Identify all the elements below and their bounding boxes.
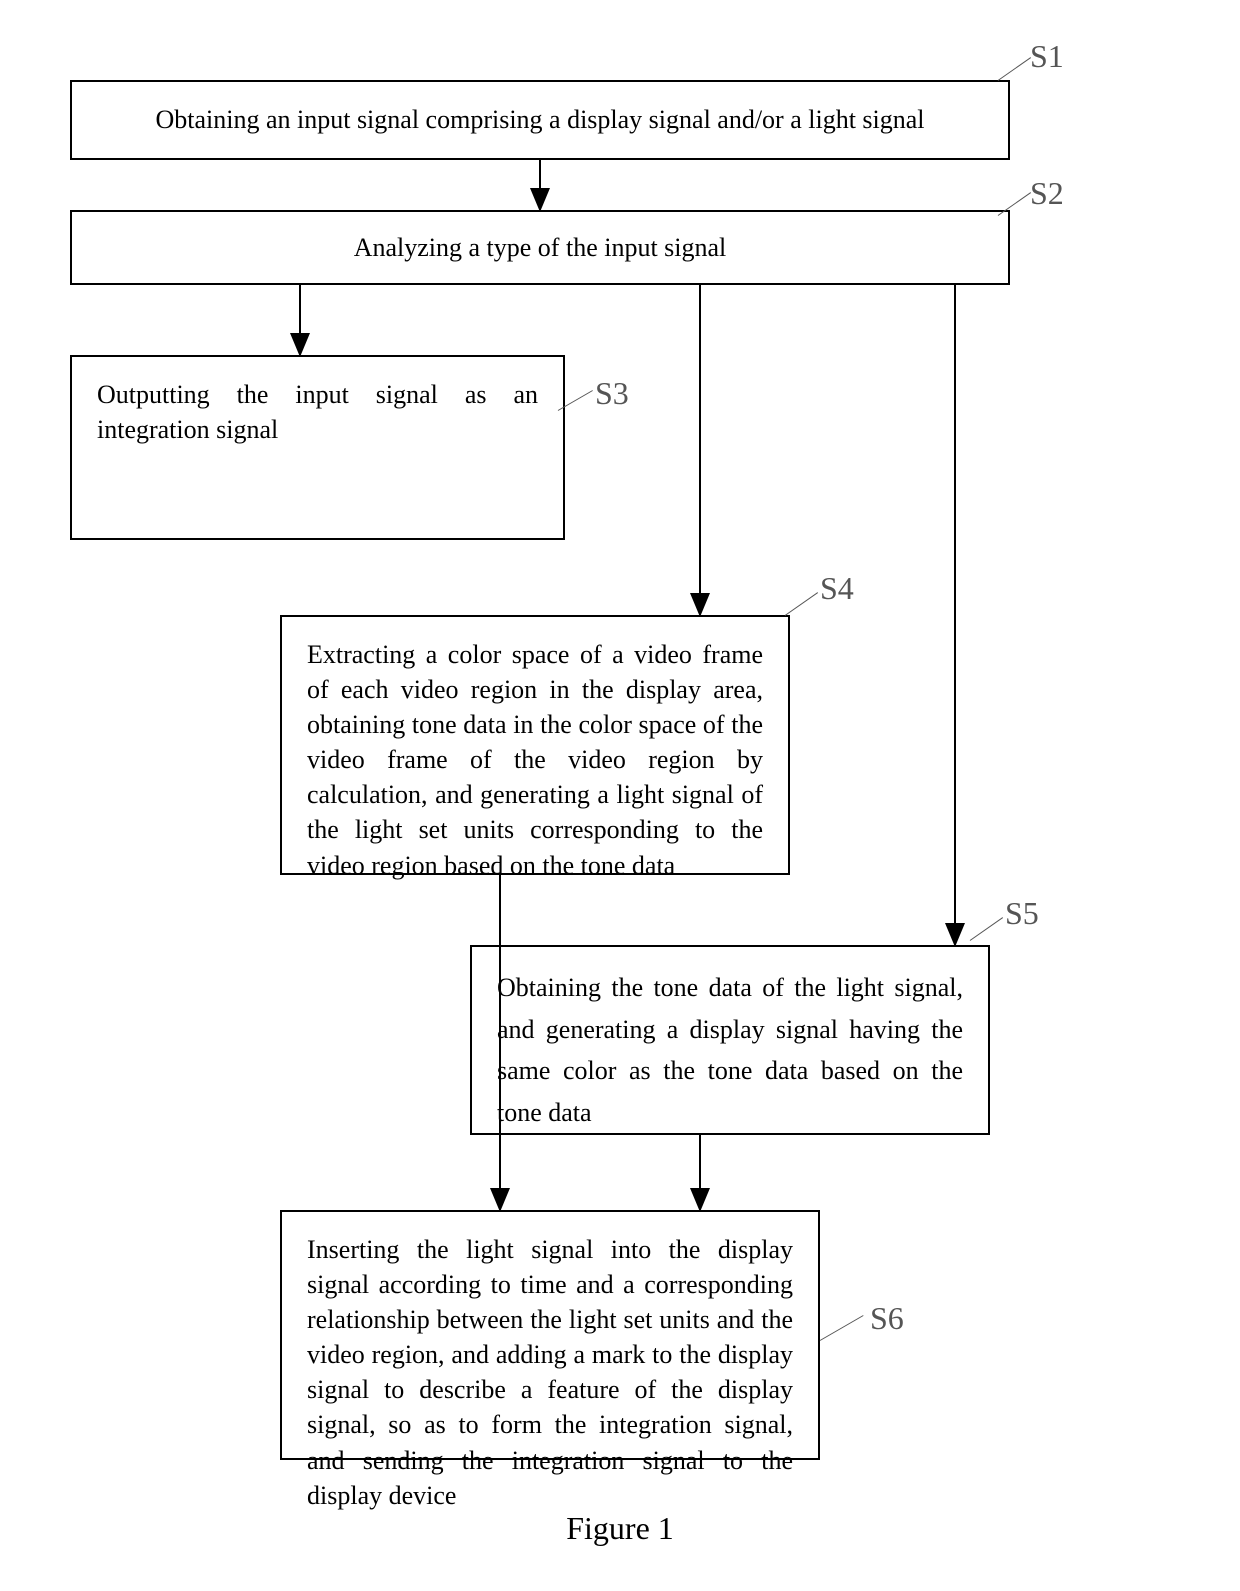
leader-line-s1 bbox=[998, 57, 1031, 81]
leader-line-s6 bbox=[820, 1315, 864, 1341]
flowchart-node-s3: Outputting the input signal as an integr… bbox=[70, 355, 565, 540]
flowchart-node-s6: Inserting the light signal into the disp… bbox=[280, 1210, 820, 1460]
node-label-s1: S1 bbox=[1030, 38, 1064, 75]
flowchart-node-s1: Obtaining an input signal comprising a d… bbox=[70, 80, 1010, 160]
flowchart-node-s2: Analyzing a type of the input signal bbox=[70, 210, 1010, 285]
node-text: Extracting a color space of a video fram… bbox=[307, 637, 763, 883]
node-text: Analyzing a type of the input signal bbox=[354, 230, 727, 265]
node-text: Obtaining an input signal comprising a d… bbox=[155, 102, 924, 137]
leader-line-s2 bbox=[998, 192, 1031, 216]
node-label-s4: S4 bbox=[820, 570, 854, 607]
node-text: Outputting the input signal as an integr… bbox=[97, 377, 538, 447]
node-label-s6: S6 bbox=[870, 1300, 904, 1337]
figure-caption: Figure 1 bbox=[0, 1510, 1240, 1547]
flowchart-node-s5: Obtaining the tone data of the light sig… bbox=[470, 945, 990, 1135]
node-label-s5: S5 bbox=[1005, 895, 1039, 932]
node-label-s3: S3 bbox=[595, 375, 629, 412]
flowchart-node-s4: Extracting a color space of a video fram… bbox=[280, 615, 790, 875]
node-label-s2: S2 bbox=[1030, 175, 1064, 212]
node-text: Inserting the light signal into the disp… bbox=[307, 1232, 793, 1513]
leader-line-s4 bbox=[785, 592, 818, 616]
leader-line-s5 bbox=[970, 917, 1003, 941]
node-text: Obtaining the tone data of the light sig… bbox=[497, 967, 963, 1133]
